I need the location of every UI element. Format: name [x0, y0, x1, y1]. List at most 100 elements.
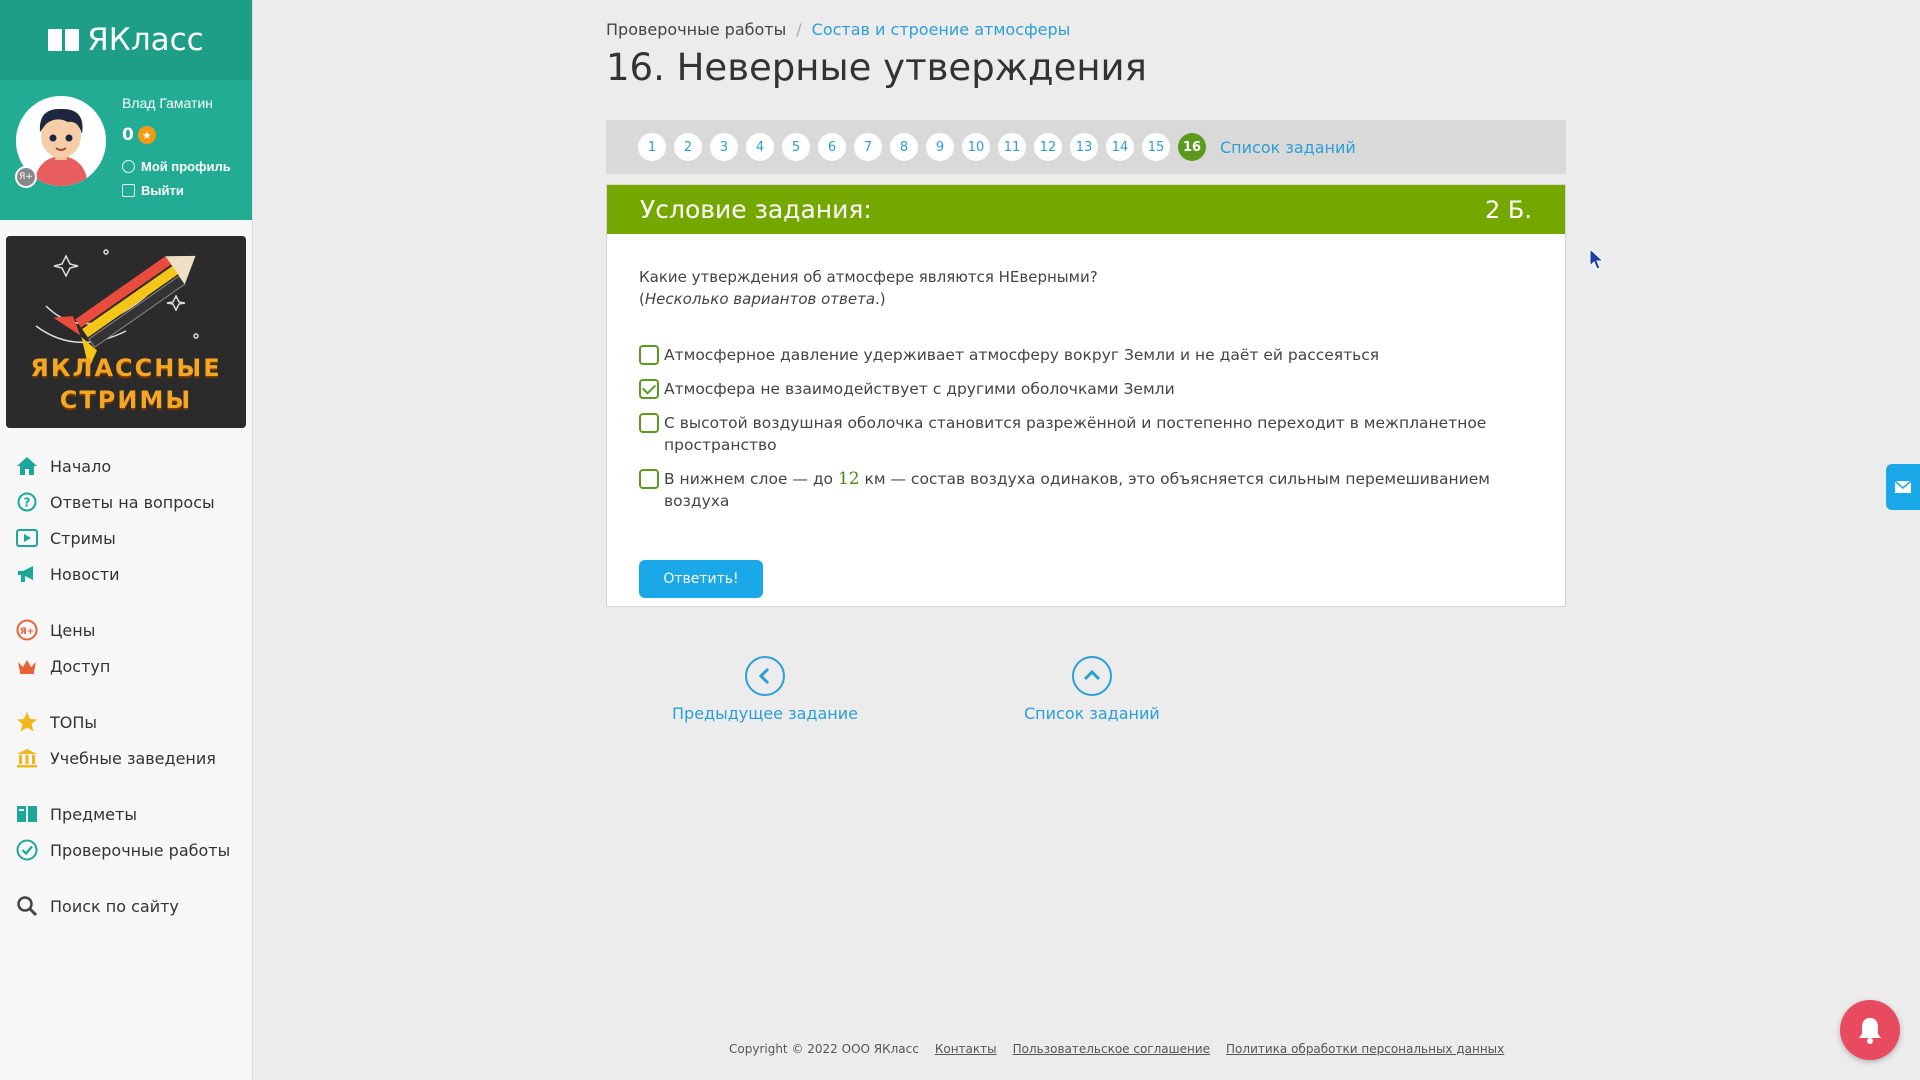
option-2-text: Атмосфера не взаимодействует с другими о…: [664, 380, 1175, 398]
menu-item-search[interactable]: Поиск по сайту: [0, 888, 252, 924]
envelope-icon: [1894, 480, 1912, 493]
main-menu: Начало ? Ответы на вопросы Стримы Новост…: [0, 448, 252, 924]
previous-task-link[interactable]: Предыдущее задание: [672, 656, 858, 723]
task-list-nav-link[interactable]: Список заданий: [1024, 656, 1160, 723]
menu-item-subjects[interactable]: Предметы: [0, 796, 252, 832]
profile-link[interactable]: Мой профиль: [122, 159, 231, 174]
answer-options: Атмосферное давление удерживает атмосфер…: [639, 344, 1565, 512]
play-icon: [16, 527, 38, 549]
logout-link-label: Выйти: [141, 183, 184, 198]
copyright: Copyright © 2022 ООО ЯКласс: [729, 1042, 919, 1056]
home-icon: [16, 455, 38, 477]
page-8-button[interactable]: 8: [890, 133, 918, 161]
page-4-button[interactable]: 4: [746, 133, 774, 161]
menu-item-access[interactable]: Доступ: [0, 648, 252, 684]
mouse-cursor-icon: [1589, 248, 1605, 270]
menu-item-prices[interactable]: Я+ Цены: [0, 612, 252, 648]
menu-item-tops[interactable]: ТОПы: [0, 704, 252, 740]
streams-promo-banner[interactable]: ЯКЛАССНЫЕ СТРИМЫ: [6, 236, 246, 428]
menu-item-tests[interactable]: Проверочные работы: [0, 832, 252, 868]
menu-item-answers[interactable]: ? Ответы на вопросы: [0, 484, 252, 520]
option-4[interactable]: В нижнем слое — до 12 км — состав воздух…: [639, 468, 1529, 512]
user-points: 0 ★: [122, 125, 156, 145]
page-1-button[interactable]: 1: [638, 133, 666, 161]
logo-text: ЯКласс: [87, 22, 204, 58]
menu-label: Проверочные работы: [50, 840, 231, 860]
option-4-checkbox[interactable]: [639, 469, 659, 489]
menu-label: Ответы на вопросы: [50, 492, 215, 512]
task-card: Условие задания: 2 Б. Какие утверждения …: [606, 184, 1566, 607]
task-list-link[interactable]: Список заданий: [1220, 138, 1356, 157]
breadcrumb-current[interactable]: Состав и строение атмосферы: [812, 20, 1071, 39]
page-5-button[interactable]: 5: [782, 133, 810, 161]
menu-label: Доступ: [50, 656, 111, 676]
star-icon: [16, 711, 38, 733]
menu-label: Стримы: [50, 528, 116, 548]
contacts-link[interactable]: Контакты: [935, 1042, 997, 1056]
breadcrumb-separator: /: [796, 20, 802, 39]
page-title: 16. Неверные утверждения: [606, 46, 1147, 89]
sidebar: ЯКласс Я+ Влад Гаматин 0 ★ Мой профиль В…: [0, 0, 253, 1080]
option-3-text: С высотой воздушная оболочка становится …: [664, 414, 1487, 454]
option-3[interactable]: С высотой воздушная оболочка становится …: [639, 412, 1529, 456]
page-16-button[interactable]: 16: [1178, 133, 1206, 161]
user-block: Я+ Влад Гаматин 0 ★ Мой профиль Выйти: [0, 80, 252, 220]
previous-task-label: Предыдущее задание: [672, 704, 858, 723]
option-2[interactable]: Атмосфера не взаимодействует с другими о…: [639, 378, 1529, 400]
page-7-button[interactable]: 7: [854, 133, 882, 161]
points-value: 0: [122, 125, 134, 145]
page-14-button[interactable]: 14: [1106, 133, 1134, 161]
menu-item-streams[interactable]: Стримы: [0, 520, 252, 556]
svg-text:?: ?: [24, 496, 31, 510]
hint-text: Несколько вариантов ответа: [644, 290, 876, 308]
submit-answer-button[interactable]: Ответить!: [639, 560, 763, 598]
page-10-button[interactable]: 10: [962, 133, 990, 161]
page-11-button[interactable]: 11: [998, 133, 1026, 161]
promo-line-2: СТРИМЫ: [59, 386, 193, 414]
bell-icon: [1859, 1018, 1881, 1044]
menu-label: Цены: [50, 620, 96, 640]
institution-icon: [16, 747, 38, 769]
search-icon: [16, 895, 38, 917]
question-hint: (Несколько вариантов ответа.): [639, 288, 1565, 310]
yaplus-icon: Я+: [16, 619, 38, 641]
notifications-button[interactable]: [1840, 1000, 1900, 1060]
user-name[interactable]: Влад Гаматин: [122, 95, 213, 111]
menu-label: Предметы: [50, 804, 137, 824]
page-3-button[interactable]: 3: [710, 133, 738, 161]
svg-text:Я+: Я+: [20, 627, 34, 637]
task-pager: 1 2 3 4 5 6 7 8 9 10 11 12 13 14 15 16 С…: [606, 120, 1566, 174]
hint-close: .): [875, 290, 886, 308]
feedback-mail-button[interactable]: [1886, 464, 1920, 510]
menu-item-home[interactable]: Начало: [0, 448, 252, 484]
page-12-button[interactable]: 12: [1034, 133, 1062, 161]
logo[interactable]: ЯКласс: [0, 0, 252, 80]
page-6-button[interactable]: 6: [818, 133, 846, 161]
book-logo-icon: [48, 29, 80, 51]
option-1-checkbox[interactable]: [639, 345, 659, 365]
option-3-checkbox[interactable]: [639, 413, 659, 433]
breadcrumb-root[interactable]: Проверочные работы: [606, 20, 786, 39]
subscription-badge: Я+: [15, 166, 37, 188]
star-coin-icon: ★: [137, 126, 156, 144]
page-2-button[interactable]: 2: [674, 133, 702, 161]
question-main: Какие утверждения об атмосфере являются …: [639, 268, 1098, 286]
logout-link[interactable]: Выйти: [122, 183, 184, 198]
menu-item-news[interactable]: Новости: [0, 556, 252, 592]
user-agreement-link[interactable]: Пользовательское соглашение: [1013, 1042, 1210, 1056]
menu-label: ТОПы: [50, 712, 98, 732]
menu-item-institutions[interactable]: Учебные заведения: [0, 740, 252, 776]
page-15-button[interactable]: 15: [1142, 133, 1170, 161]
promo-text: ЯКЛАССНЫЕ СТРИМЫ: [6, 352, 246, 416]
privacy-policy-link[interactable]: Политика обработки персональных данных: [1226, 1042, 1504, 1056]
option-4-number: 12: [837, 469, 860, 489]
page-9-button[interactable]: 9: [926, 133, 954, 161]
exit-door-icon: [122, 184, 135, 197]
option-2-checkbox[interactable]: [639, 379, 659, 399]
task-score: 2 Б.: [1485, 195, 1532, 224]
promo-line-1: ЯКЛАССНЫЕ: [30, 354, 222, 382]
option-4-text-before: В нижнем слое — до: [664, 470, 838, 488]
page-13-button[interactable]: 13: [1070, 133, 1098, 161]
option-1[interactable]: Атмосферное давление удерживает атмосфер…: [639, 344, 1529, 366]
option-4-text: В нижнем слое — до 12 км — состав воздух…: [664, 468, 1529, 512]
